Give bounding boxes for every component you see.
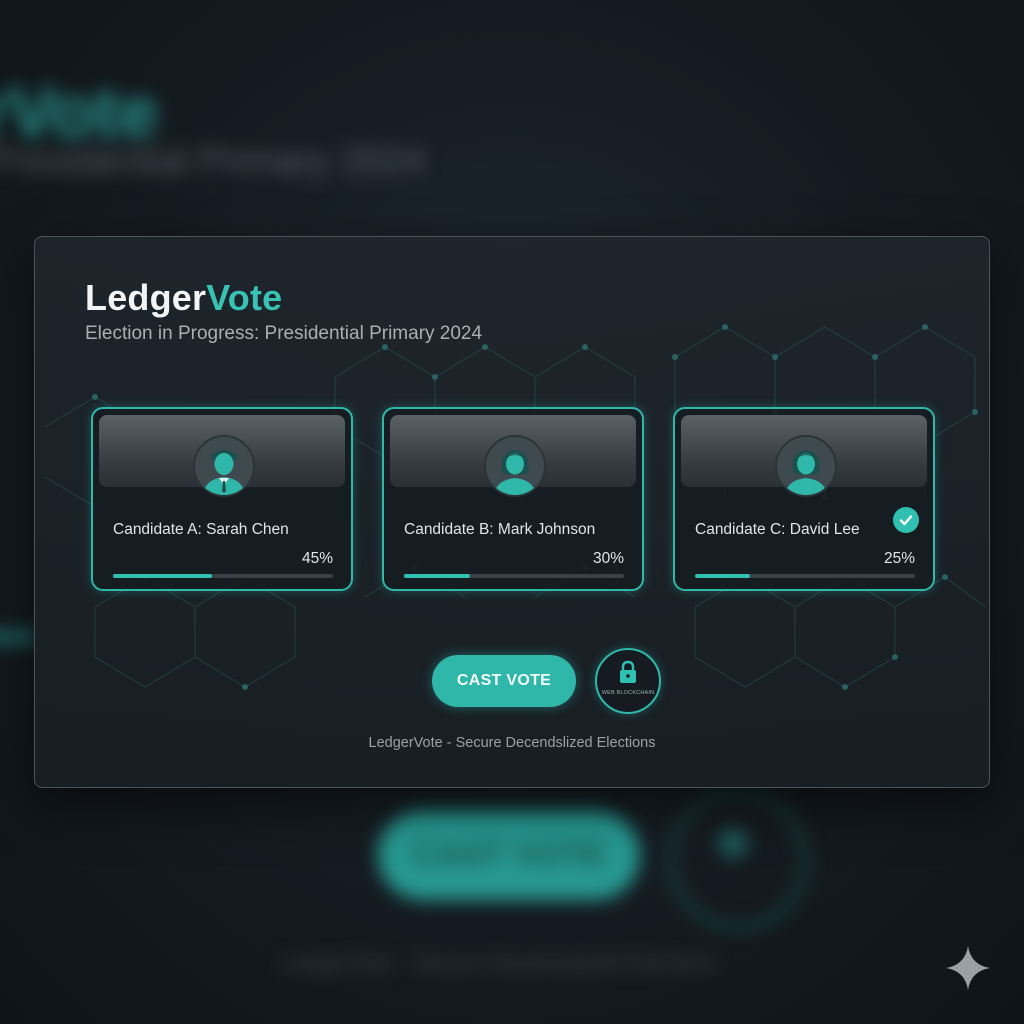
vote-percentage: 30% xyxy=(592,550,624,567)
candidate-name: Candidate C: David Lee xyxy=(695,521,860,538)
security-badge-label: WEB BLOCKCHAIN xyxy=(601,690,655,696)
vote-progress-track xyxy=(404,574,624,578)
vote-progress-fill xyxy=(113,574,212,578)
vote-progress-track xyxy=(695,574,915,578)
background-subtitle: Presidential Primary 2024 xyxy=(0,140,426,182)
candidate-card-a[interactable]: Candidate A: Sarah Chen 45% xyxy=(91,407,353,591)
candidate-name: Candidate A: Sarah Chen xyxy=(113,521,289,538)
app-logo: LedgerVote xyxy=(85,277,282,319)
selected-check-icon xyxy=(893,507,919,533)
vote-progress-fill xyxy=(404,574,470,578)
blockchain-security-badge[interactable]: WEB BLOCKCHAIN xyxy=(595,648,661,714)
male-avatar-icon xyxy=(193,435,255,497)
vote-progress-track xyxy=(113,574,333,578)
background-footer: LedgerVote - Secure Decentralized Electi… xyxy=(280,950,718,975)
candidate-card-c[interactable]: Candidate C: David Lee 25% xyxy=(673,407,935,591)
cast-vote-button[interactable]: CAST VOTE xyxy=(432,655,576,707)
voting-panel: LedgerVote Election in Progress: Preside… xyxy=(34,236,990,788)
logo-text-vote: Vote xyxy=(206,277,283,318)
background-lock-badge xyxy=(668,790,808,930)
background-title: rVote xyxy=(0,73,159,153)
female-avatar-icon xyxy=(484,435,546,497)
election-status: Election in Progress: Presidential Prima… xyxy=(85,323,483,344)
sparkle-icon xyxy=(946,946,990,990)
footer-text: LedgerVote - Secure Decendslized Electio… xyxy=(368,735,656,751)
vote-progress-fill xyxy=(695,574,750,578)
background-cast-button: CAST VOTE xyxy=(378,810,640,900)
logo-text-ledger: Ledger xyxy=(85,277,207,318)
candidate-card-b[interactable]: Candidate B: Mark Johnson 30% xyxy=(382,407,644,591)
female-avatar-icon xyxy=(775,435,837,497)
candidate-name: Candidate B: Mark Johnson xyxy=(404,521,596,538)
vote-percentage: 45% xyxy=(301,550,333,567)
lock-icon xyxy=(620,660,636,683)
vote-percentage: 25% xyxy=(883,550,915,567)
